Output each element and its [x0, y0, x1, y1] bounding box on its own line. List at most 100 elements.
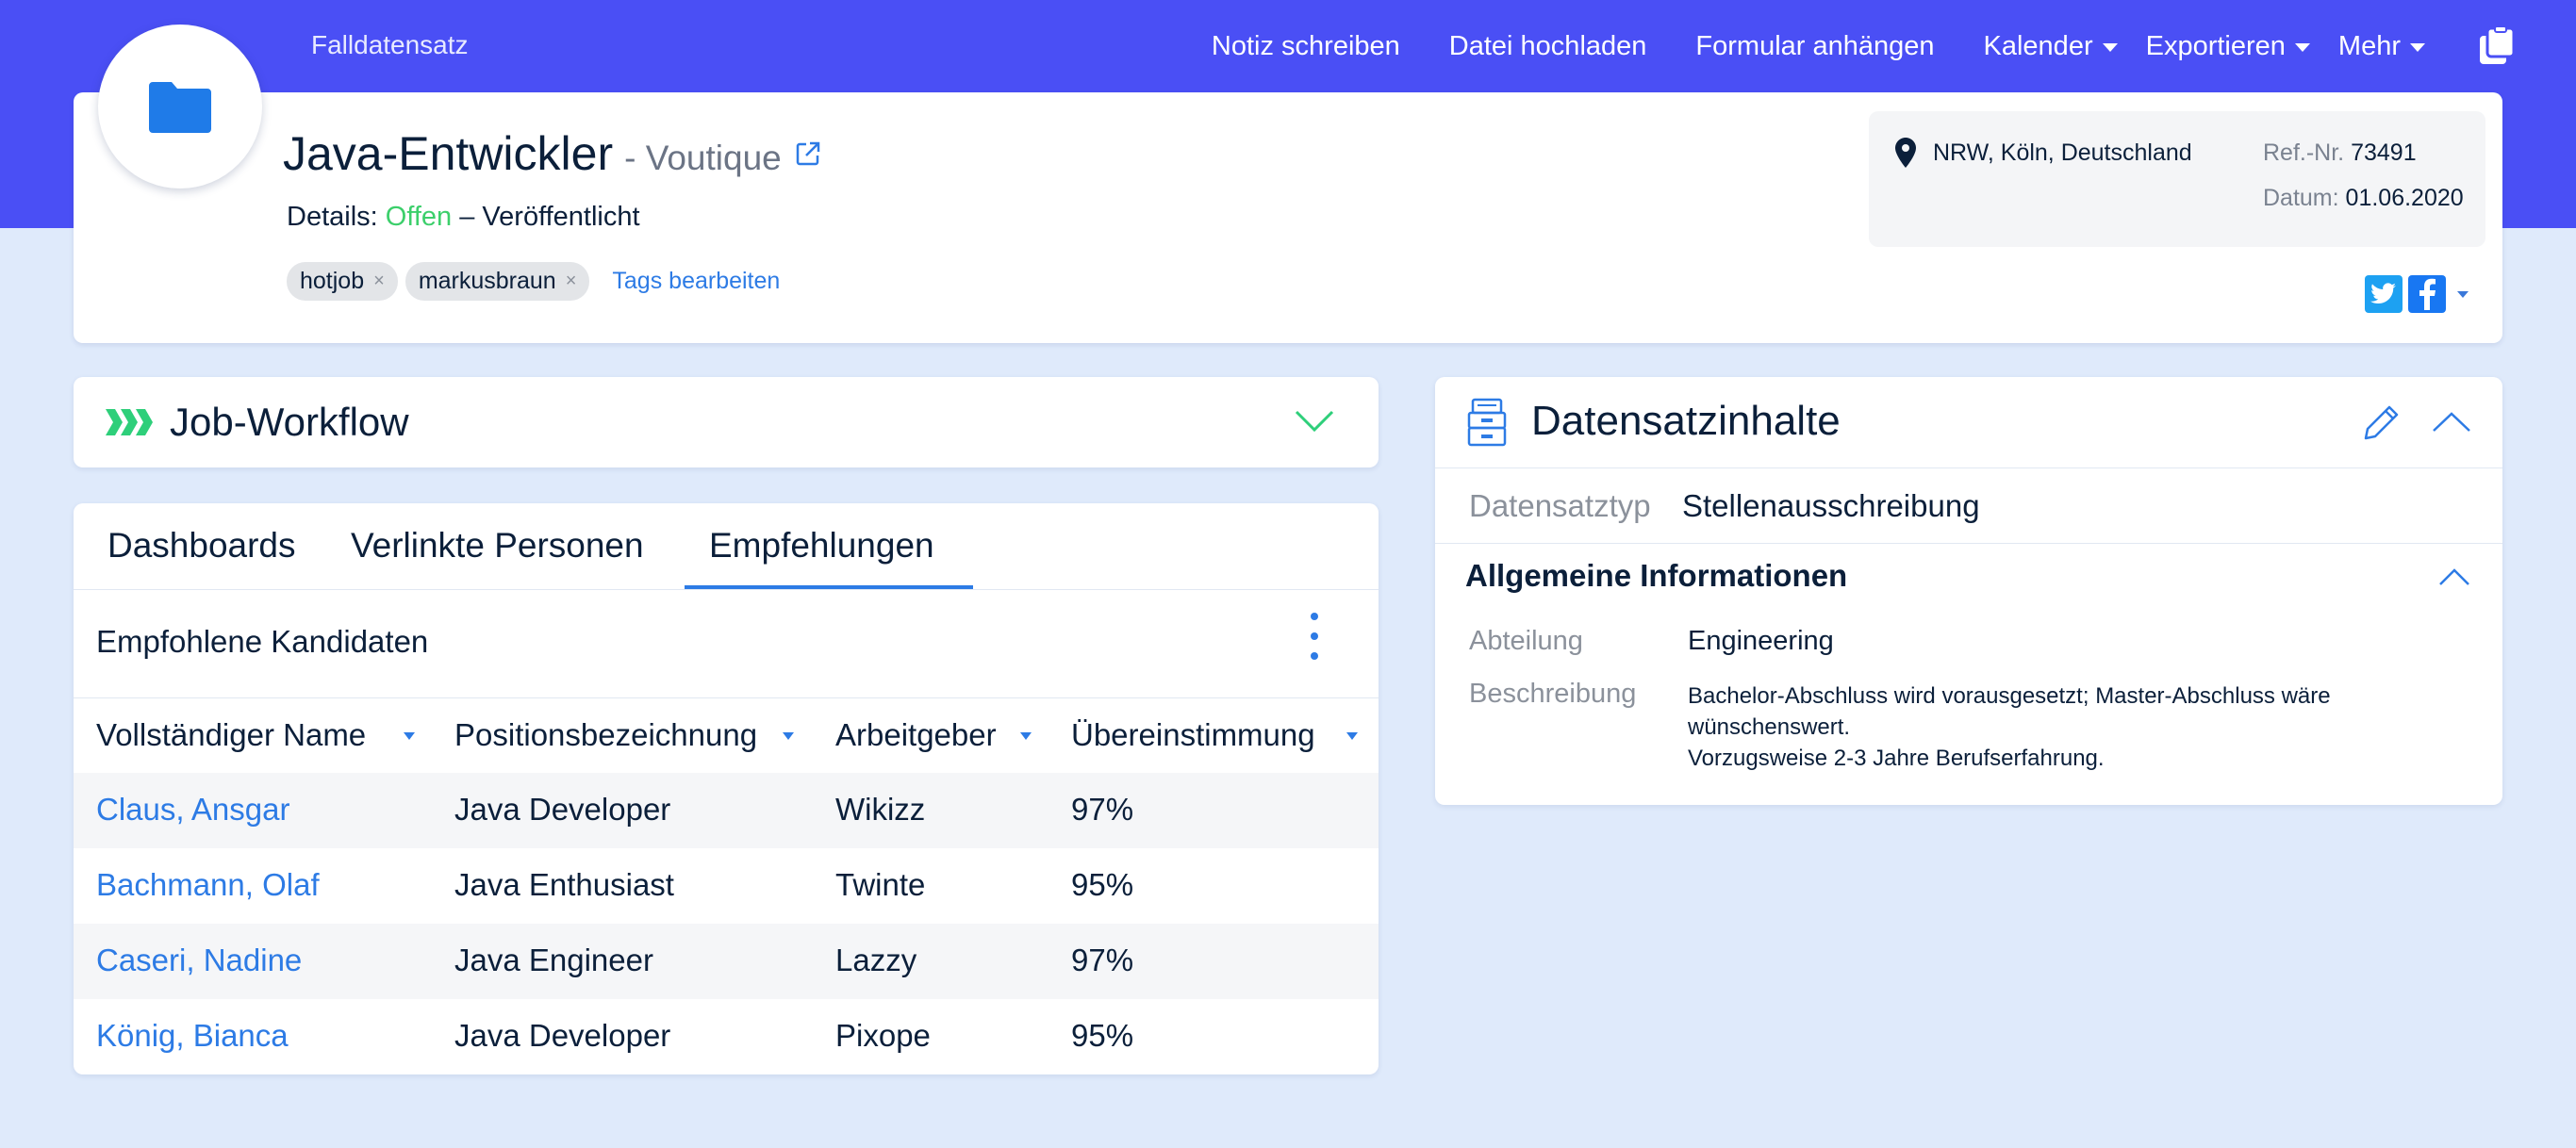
tab-bar: Dashboards Verlinkte Personen Empfehlung…	[74, 503, 1379, 590]
section-label: Falldatensatz	[311, 30, 469, 59]
more-menu[interactable]: Mehr	[2338, 31, 2425, 62]
date-label: Datum:	[2263, 185, 2339, 211]
sort-caret-icon[interactable]	[404, 732, 415, 740]
tab-dashboards[interactable]: Dashboards	[107, 526, 296, 566]
top-navigation: Falldatensatz Notiz schreiben Datei hoch…	[0, 0, 2576, 92]
external-link-icon[interactable]	[795, 140, 821, 167]
workflow-title: Job-Workflow	[170, 400, 409, 444]
divider	[1435, 543, 2502, 544]
status-suffix: – Veröffentlicht	[459, 202, 640, 232]
edit-tags-link[interactable]: Tags bearbeiten	[612, 268, 780, 295]
nav-links: Notiz schreiben Datei hochladen Formular…	[1212, 0, 2576, 92]
table-header: Vollständiger Name Positionsbezeichnung …	[74, 697, 1379, 773]
avatar	[98, 25, 262, 189]
recommendations-panel: Dashboards Verlinkte Personen Empfehlung…	[74, 503, 1379, 1074]
attach-form-button[interactable]: Formular anhängen	[1695, 31, 1934, 62]
table-row: Bachmann, Olaf Java Enthusiast Twinte 95…	[74, 848, 1379, 924]
sort-caret-icon[interactable]	[1020, 732, 1032, 740]
description-value: Bachelor-Abschluss wird vorausgesetzt; M…	[1688, 681, 2461, 774]
export-menu-label: Exportieren	[2145, 30, 2286, 61]
candidate-employer: Twinte	[835, 867, 926, 902]
description-label: Beschreibung	[1469, 679, 1637, 709]
description-line: Bachelor-Abschluss wird vorausgesetzt; M…	[1688, 683, 2331, 740]
candidate-employer: Pixope	[835, 1018, 931, 1053]
reference-number: Ref.-Nr. 73491	[2263, 139, 2417, 167]
upload-file-button[interactable]: Datei hochladen	[1449, 31, 1647, 62]
tab-linked-persons[interactable]: Verlinkte Personen	[351, 526, 644, 566]
contents-title: Datensatzinhalte	[1531, 398, 1841, 444]
candidate-employer: Lazzy	[835, 943, 917, 977]
candidate-match: 95%	[1071, 867, 1134, 902]
share-caret-icon[interactable]	[2457, 290, 2469, 298]
candidate-name-link[interactable]: Claus, Ansgar	[96, 792, 289, 828]
job-title: Java-Entwickler	[283, 127, 614, 180]
more-menu-label: Mehr	[2337, 30, 2401, 61]
status-badge: Offen	[385, 202, 453, 232]
department-value: Engineering	[1688, 626, 1834, 656]
candidate-name-link[interactable]: Caseri, Nadine	[96, 943, 302, 978]
candidate-match: 97%	[1071, 792, 1134, 827]
social-share	[2365, 275, 2469, 313]
pencil-icon[interactable]	[2363, 403, 2401, 441]
kebab-menu-icon[interactable]	[1309, 613, 1320, 669]
candidate-position: Java Developer	[454, 1018, 671, 1053]
chevron-up-icon[interactable]	[2438, 567, 2470, 586]
tag-hotjob: hotjob ×	[287, 262, 398, 301]
tag-label: markusbraun	[418, 268, 556, 294]
column-employer[interactable]: Arbeitgeber	[835, 717, 997, 753]
caret-down-icon	[2102, 42, 2118, 52]
candidate-match: 95%	[1071, 1018, 1134, 1053]
candidate-position: Java Enthusiast	[454, 867, 674, 902]
record-date: Datum: 01.06.2020	[2263, 185, 2464, 212]
clipboard-icon[interactable]	[2476, 26, 2518, 66]
details-label: Details:	[287, 202, 378, 232]
facebook-icon[interactable]	[2408, 275, 2446, 313]
tags-row: hotjob × markusbraun × Tags bearbeiten	[287, 262, 780, 301]
department-label: Abteilung	[1469, 626, 1583, 656]
candidate-name-link[interactable]: Bachmann, Olaf	[96, 867, 320, 903]
tag-markusbraun: markusbraun ×	[405, 262, 590, 301]
candidate-position: Java Developer	[454, 792, 671, 827]
caret-down-icon	[2294, 42, 2310, 52]
caret-down-icon	[2410, 42, 2425, 52]
workflow-chevrons-icon	[106, 409, 153, 435]
twitter-icon[interactable]	[2365, 275, 2403, 313]
location-pin-icon	[1895, 138, 1916, 168]
record-info-box: NRW, Köln, Deutschland Ref.-Nr. 73491 Da…	[1869, 111, 2485, 247]
location-text: NRW, Köln, Deutschland	[1933, 139, 2192, 166]
calendar-menu[interactable]: Kalender	[1984, 31, 2118, 62]
candidate-match: 97%	[1071, 943, 1134, 977]
folder-icon	[149, 82, 211, 133]
job-title-row: Java-Entwickler - Voutique	[283, 126, 821, 181]
table-row: Caseri, Nadine Java Engineer Lazzy 97%	[74, 924, 1379, 999]
column-full-name[interactable]: Vollständiger Name	[96, 717, 366, 753]
sort-caret-icon[interactable]	[1346, 732, 1358, 740]
ref-label: Ref.-Nr.	[2263, 139, 2345, 166]
candidate-employer: Wikizz	[835, 792, 926, 827]
record-contents-panel: Datensatzinhalte Datensatztyp Stellenaus…	[1435, 377, 2502, 805]
candidate-name-link[interactable]: König, Bianca	[96, 1018, 289, 1054]
column-match[interactable]: Übereinstimmung	[1071, 717, 1315, 753]
tag-label: hotjob	[300, 268, 365, 294]
details-row: Details: Offen – Veröffentlicht	[287, 202, 640, 233]
date-value: 01.06.2020	[2345, 185, 2464, 211]
record-type-value: Stellenausschreibung	[1682, 488, 1980, 523]
divider	[1435, 467, 2502, 468]
remove-tag-icon[interactable]: ×	[566, 271, 577, 292]
tab-recommendations[interactable]: Empfehlungen	[709, 526, 934, 566]
column-position[interactable]: Positionsbezeichnung	[454, 717, 757, 753]
chevron-down-icon[interactable]	[1294, 409, 1335, 434]
recommended-candidates-heading: Empfohlene Kandidaten	[96, 624, 429, 659]
sort-caret-icon[interactable]	[783, 732, 794, 740]
write-note-button[interactable]: Notiz schreiben	[1212, 31, 1400, 62]
table-row: König, Bianca Java Developer Pixope 95%	[74, 999, 1379, 1074]
chevron-up-icon[interactable]	[2431, 411, 2472, 434]
remove-tag-icon[interactable]: ×	[373, 271, 385, 292]
export-menu[interactable]: Exportieren	[2146, 31, 2310, 62]
company-name: - Voutique	[624, 139, 782, 177]
candidate-position: Java Engineer	[454, 943, 653, 977]
ref-value: 73491	[2351, 139, 2417, 166]
job-workflow-panel[interactable]: Job-Workflow	[74, 377, 1379, 467]
active-tab-indicator	[685, 585, 973, 589]
general-info-title[interactable]: Allgemeine Informationen	[1465, 558, 1847, 594]
